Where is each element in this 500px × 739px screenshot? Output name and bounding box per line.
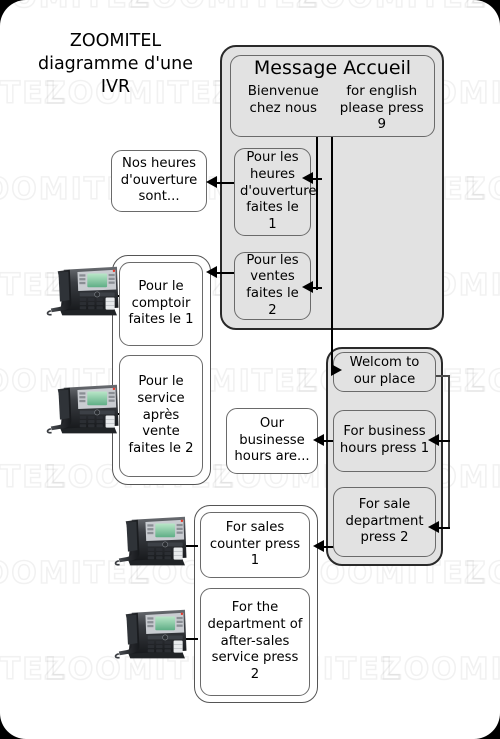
connector-to-english-hours xyxy=(438,440,450,442)
english-option-hours-label: For business hours press 1 xyxy=(339,424,430,456)
watermark-text: ZOOMITEL xyxy=(463,0,500,16)
english-hours-result-label: Our businesse hours are... xyxy=(234,416,310,465)
arrow-to-english-sales xyxy=(428,520,439,533)
french-hours-result[interactable]: Nos heures d'ouverture sont... xyxy=(111,150,207,212)
arrow-english-branch xyxy=(331,364,342,376)
connector-french-stem xyxy=(316,118,318,290)
french-greeting-right: for english please press 9 xyxy=(339,83,424,133)
connector-english-stem-top xyxy=(436,375,450,377)
french-greeting-heading: Message Accueil xyxy=(253,56,412,79)
title-line-3: IVR xyxy=(100,77,131,98)
watermark-text: ZOOMITEL xyxy=(379,651,500,688)
arrow-to-french-sales xyxy=(302,280,313,293)
connector-english-branch xyxy=(331,120,333,370)
watermark-text: ZOOMITEL xyxy=(0,651,66,688)
phone-icon-french-counter xyxy=(44,262,120,317)
french-after-sales-label: Pour le service après vente faites le 2 xyxy=(128,374,194,456)
connector-english-stem xyxy=(448,375,450,527)
arrow-english-sales-menu xyxy=(313,539,324,552)
watermark-text: ZOOMITEL xyxy=(463,363,500,400)
english-sales-counter-label: For sales counter press 1 xyxy=(209,520,301,569)
english-after-sales-label: For the department of after-sales servic… xyxy=(207,600,303,682)
watermark-text: ZOOMITEL xyxy=(295,0,486,16)
french-greeting-left: Bienvenue chez nous xyxy=(247,83,319,116)
french-after-sales-box[interactable]: Pour le service après vente faites le 2 xyxy=(119,355,203,477)
arrow-to-french-hours xyxy=(302,171,313,184)
english-option-hours[interactable]: For business hours press 1 xyxy=(333,410,436,472)
french-option-hours[interactable]: Pour les heures d'ouverture faites le 1 xyxy=(234,148,317,236)
french-option-sales-label: Pour les ventes faites le 2 xyxy=(246,252,299,318)
phone-icon-french-after-sales xyxy=(44,380,120,435)
arrow-french-hours-result xyxy=(206,175,217,188)
french-hours-result-label: Nos heures d'ouverture sont... xyxy=(120,156,198,205)
english-sales-counter-box[interactable]: For sales counter press 1 xyxy=(200,512,310,578)
french-option-sales[interactable]: Pour les ventes faites le 2 xyxy=(234,252,311,320)
phone-icon-english-after-sales xyxy=(112,605,188,660)
title-line-2: diagramme d'une xyxy=(37,54,193,75)
arrow-to-english-hours xyxy=(428,433,439,446)
arrow-french-sales-menu xyxy=(206,265,217,278)
english-option-sales[interactable]: For sale department press 2 xyxy=(333,487,436,557)
watermark-text: ZOOMITEL xyxy=(463,171,500,208)
french-greeting-box[interactable]: Message Accueil Bienvenue chez nous for … xyxy=(230,55,435,137)
connector-to-french-hours xyxy=(312,178,322,180)
english-hours-result[interactable]: Our businesse hours are... xyxy=(226,408,318,474)
watermark-text: ZOOMITEL xyxy=(0,459,66,496)
diagram-canvas: ZOOMITELZOOMITELZOOMITELZOOMITELZOOMITEL… xyxy=(0,0,500,739)
connector-to-english-sales xyxy=(438,527,450,529)
watermark-text: ZOOMITEL xyxy=(463,555,500,592)
connector-french-hours-result xyxy=(216,182,236,184)
watermark-text: ZOOMITEL xyxy=(0,0,150,16)
english-greeting-box[interactable]: Welcom to our place xyxy=(333,352,436,392)
english-after-sales-box[interactable]: For the department of after-sales servic… xyxy=(200,588,310,696)
title-line-1: ZOOMITEL xyxy=(69,31,162,51)
french-sales-counter-box[interactable]: Pour le comptoir faites le 1 xyxy=(119,262,203,346)
connector-french-sales-menu xyxy=(216,272,236,274)
english-greeting-label: Welcom to our place xyxy=(349,355,420,387)
french-option-hours-label: Pour les heures d'ouverture faites le 1 xyxy=(240,150,317,232)
watermark-text: ZOOMITEL xyxy=(127,0,318,16)
english-option-sales-label: For sale department press 2 xyxy=(345,497,424,546)
phone-icon-english-counter xyxy=(112,512,188,567)
diagram-page: ZOOMITELZOOMITELZOOMITELZOOMITELZOOMITEL… xyxy=(0,0,500,739)
french-sales-counter-label: Pour le comptoir faites le 1 xyxy=(128,279,194,328)
connector-to-french-sales xyxy=(312,287,322,289)
page-title: ZOOMITEL diagramme d'une IVR xyxy=(18,30,213,99)
arrow-english-hours-result xyxy=(313,433,324,446)
